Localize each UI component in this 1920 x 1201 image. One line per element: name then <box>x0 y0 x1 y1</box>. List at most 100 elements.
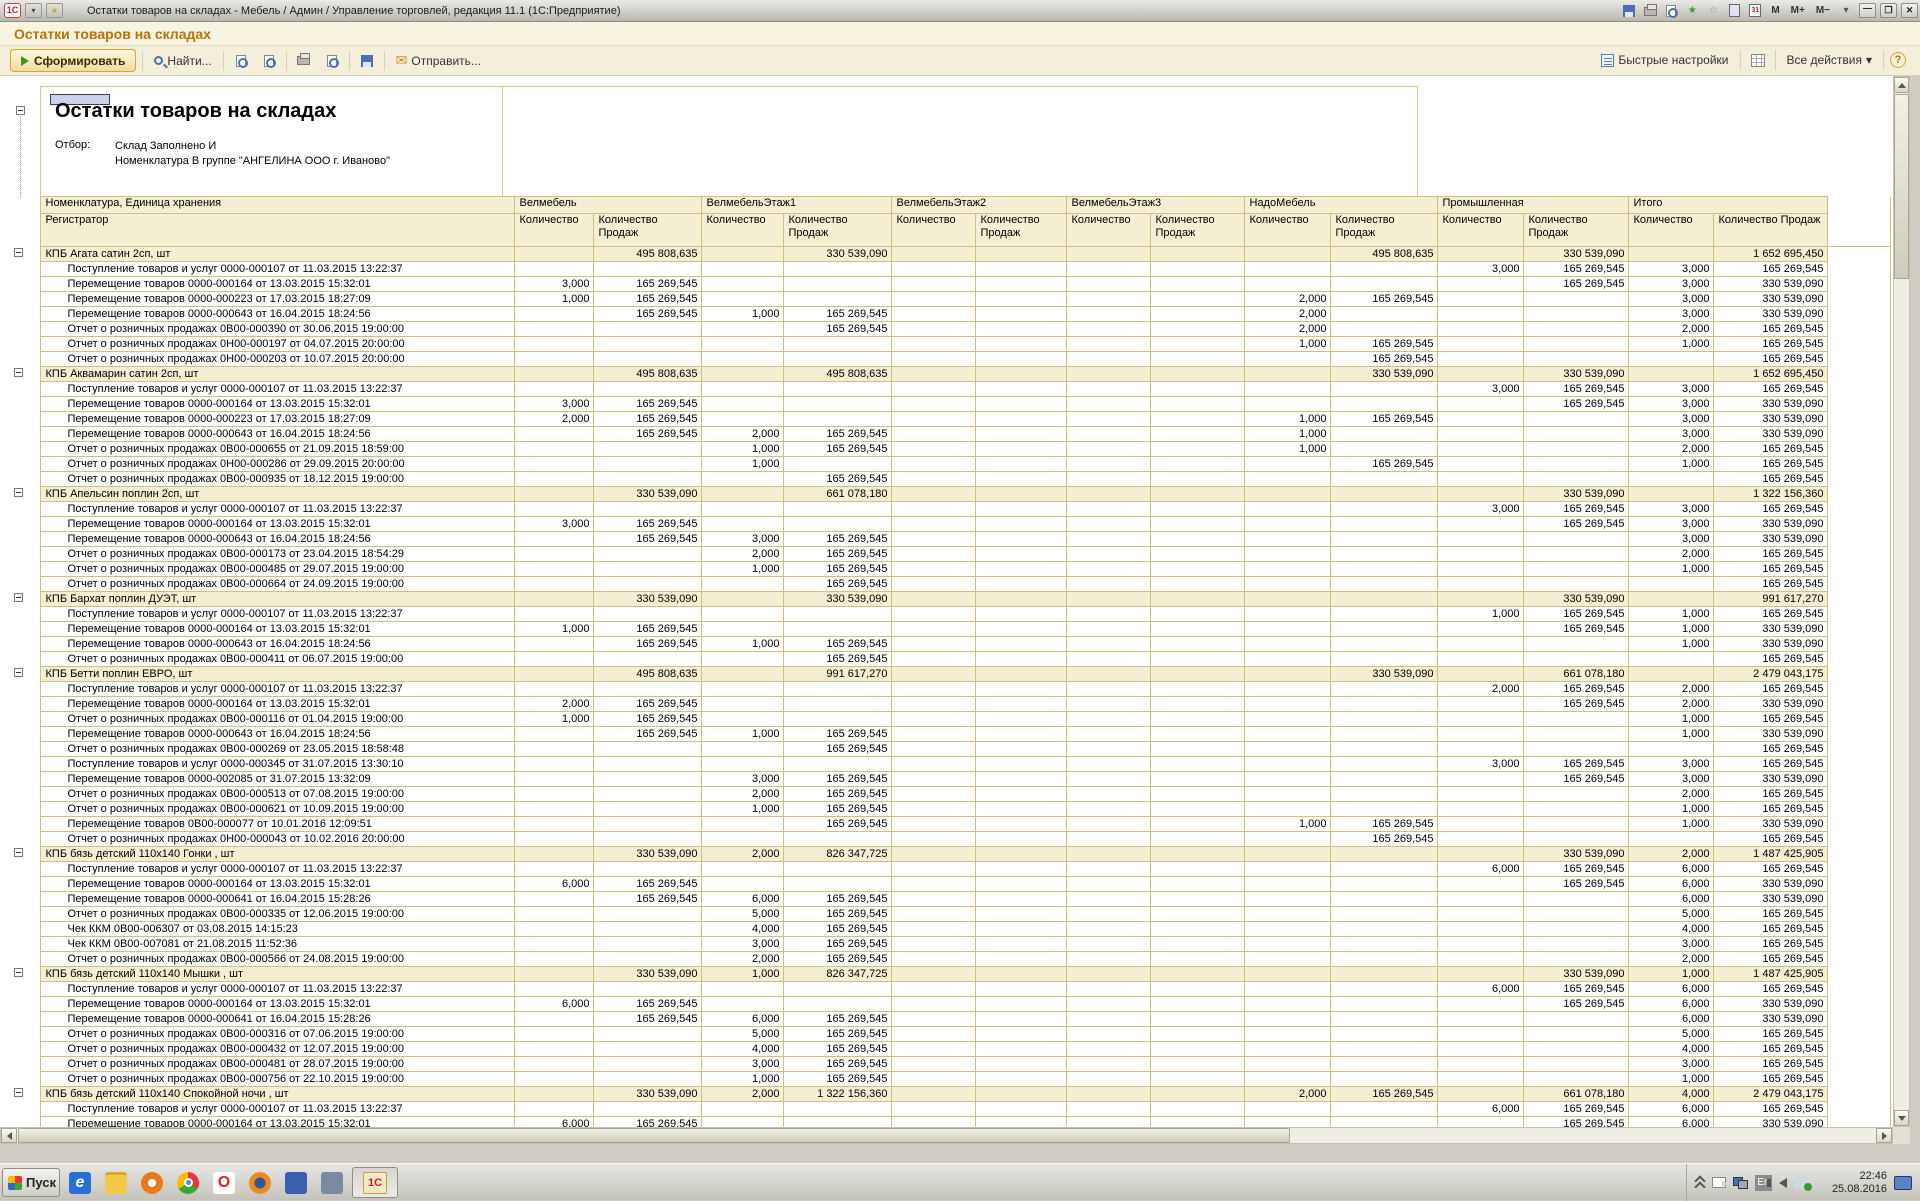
cell-pr_sales[interactable]: 330 539,090 <box>1523 847 1628 862</box>
cell-v_qty[interactable] <box>514 307 593 322</box>
cell-v_sales[interactable]: 495 808,635 <box>593 667 701 682</box>
taskbar-item-firefox[interactable] <box>244 1168 276 1197</box>
cell-pr_sales[interactable] <box>1523 442 1628 457</box>
cell-e3_qty[interactable] <box>1066 787 1150 802</box>
cell-t_sales[interactable]: 991 617,270 <box>1713 592 1827 607</box>
cell-e2_sales[interactable] <box>975 487 1066 502</box>
cell-nm_qty[interactable] <box>1244 982 1330 997</box>
cell-e1_sales[interactable]: 165 269,545 <box>783 892 891 907</box>
cell-nm_sales[interactable] <box>1330 607 1437 622</box>
collapse-group-icon[interactable] <box>14 368 23 377</box>
detail-row[interactable]: Отчет о розничных продажах 0В00-000566 о… <box>0 952 1890 967</box>
cell-e2_qty[interactable] <box>891 892 975 907</box>
cell-t_sales[interactable]: 165 269,545 <box>1713 787 1827 802</box>
cell-e3_sales[interactable] <box>1150 1117 1244 1128</box>
cell-e3_qty[interactable] <box>1066 322 1150 337</box>
detail-row[interactable]: Отчет о розничных продажах 0В00-000655 о… <box>0 442 1890 457</box>
cell-nm_qty[interactable] <box>1244 457 1330 472</box>
cell-e1_qty[interactable]: 2,000 <box>701 952 783 967</box>
cell-nm_qty[interactable] <box>1244 592 1330 607</box>
cell-e1_qty[interactable] <box>701 607 783 622</box>
cell-e3_sales[interactable] <box>1150 337 1244 352</box>
cell-nm_sales[interactable] <box>1330 862 1437 877</box>
detail-row[interactable]: Перемещение товаров 0000-000164 от 13.03… <box>0 517 1890 532</box>
cell-v_sales[interactable]: 165 269,545 <box>593 397 701 412</box>
cell-e3_qty[interactable] <box>1066 1057 1150 1072</box>
group-row[interactable]: КПБ бязь детский 110х140 Мышки , шт330 5… <box>0 967 1890 982</box>
cell-e3_sales[interactable] <box>1150 487 1244 502</box>
cell-e3_qty[interactable] <box>1066 637 1150 652</box>
cell-v_sales[interactable] <box>593 1072 701 1087</box>
warehouse-header[interactable]: НадоМебель <box>1244 197 1437 214</box>
cell-e3_sales[interactable] <box>1150 682 1244 697</box>
cell-e2_qty[interactable] <box>891 652 975 667</box>
cell-nm_sales[interactable] <box>1330 1012 1437 1027</box>
cell-pr_sales[interactable] <box>1523 787 1628 802</box>
cell-e2_qty[interactable] <box>891 442 975 457</box>
cell-v_qty[interactable] <box>514 907 593 922</box>
cell-e3_sales[interactable] <box>1150 577 1244 592</box>
cell-nm_qty[interactable] <box>1244 547 1330 562</box>
cell-e3_sales[interactable] <box>1150 262 1244 277</box>
registrar-cell[interactable]: Отчет о розничных продажах 0В00-000481 о… <box>40 1057 514 1072</box>
cell-e3_qty[interactable] <box>1066 307 1150 322</box>
cell-e1_qty[interactable]: 6,000 <box>701 1012 783 1027</box>
collapse-group-icon[interactable] <box>14 488 23 497</box>
cell-e2_qty[interactable] <box>891 487 975 502</box>
warehouse-header[interactable]: ВелмебельЭтаж3 <box>1066 197 1244 214</box>
cell-pr_sales[interactable] <box>1523 352 1628 367</box>
cell-v_sales[interactable] <box>593 817 701 832</box>
cell-e3_sales[interactable] <box>1150 892 1244 907</box>
cell-nm_sales[interactable] <box>1330 967 1437 982</box>
cell-e1_qty[interactable] <box>701 352 783 367</box>
cell-pr_qty[interactable]: 3,000 <box>1437 382 1523 397</box>
cell-pr_sales[interactable] <box>1523 547 1628 562</box>
cell-pr_sales[interactable] <box>1523 322 1628 337</box>
generate-button[interactable]: Сформировать <box>10 49 136 72</box>
detail-row[interactable]: Отчет о розничных продажах 0Н00-000286 о… <box>0 457 1890 472</box>
cell-v_qty[interactable] <box>514 367 593 382</box>
cell-t_sales[interactable]: 165 269,545 <box>1713 577 1827 592</box>
registrar-cell[interactable]: Перемещение товаров 0000-000164 от 13.03… <box>40 877 514 892</box>
cell-e3_sales[interactable] <box>1150 952 1244 967</box>
cell-v_qty[interactable] <box>514 727 593 742</box>
cell-pr_sales[interactable] <box>1523 532 1628 547</box>
cell-t_qty[interactable]: 6,000 <box>1628 1012 1713 1027</box>
registrar-header[interactable]: Регистратор <box>40 214 514 247</box>
cell-e2_qty[interactable] <box>891 1027 975 1042</box>
registrar-cell[interactable]: Отчет о розничных продажах 0В00-000664 о… <box>40 577 514 592</box>
cell-e2_sales[interactable] <box>975 637 1066 652</box>
cell-e3_qty[interactable] <box>1066 907 1150 922</box>
cell-e1_sales[interactable]: 826 347,725 <box>783 847 891 862</box>
cell-pr_sales[interactable]: 165 269,545 <box>1523 772 1628 787</box>
cell-e1_sales[interactable] <box>783 502 891 517</box>
cell-v_sales[interactable] <box>593 457 701 472</box>
cell-nm_sales[interactable]: 165 269,545 <box>1330 412 1437 427</box>
cell-pr_qty[interactable] <box>1437 577 1523 592</box>
cell-pr_qty[interactable]: 6,000 <box>1437 862 1523 877</box>
registrar-cell[interactable]: Перемещение товаров 0000-000164 от 13.03… <box>40 277 514 292</box>
cell-pr_qty[interactable] <box>1437 967 1523 982</box>
cell-e1_qty[interactable] <box>701 592 783 607</box>
cell-nm_sales[interactable] <box>1330 997 1437 1012</box>
cell-e1_sales[interactable]: 165 269,545 <box>783 562 891 577</box>
cell-t_qty[interactable]: 3,000 <box>1628 397 1713 412</box>
cell-e1_qty[interactable]: 1,000 <box>701 802 783 817</box>
cell-e3_sales[interactable] <box>1150 1012 1244 1027</box>
cell-nm_qty[interactable] <box>1244 1117 1330 1128</box>
cell-t_sales[interactable]: 165 269,545 <box>1713 502 1827 517</box>
cell-nm_qty[interactable] <box>1244 727 1330 742</box>
taskbar-item-ie[interactable]: e <box>64 1168 96 1197</box>
cell-e1_sales[interactable] <box>783 862 891 877</box>
cell-v_sales[interactable]: 165 269,545 <box>593 1012 701 1027</box>
cell-pr_sales[interactable] <box>1523 412 1628 427</box>
cell-pr_sales[interactable]: 165 269,545 <box>1523 997 1628 1012</box>
cell-e3_qty[interactable] <box>1066 1087 1150 1102</box>
cell-t_qty[interactable]: 2,000 <box>1628 442 1713 457</box>
cell-e2_sales[interactable] <box>975 982 1066 997</box>
cell-nm_sales[interactable]: 495 808,635 <box>1330 247 1437 262</box>
cell-e2_qty[interactable] <box>891 337 975 352</box>
cell-v_qty[interactable] <box>514 652 593 667</box>
cell-t_qty[interactable]: 6,000 <box>1628 982 1713 997</box>
cell-e1_sales[interactable] <box>783 337 891 352</box>
